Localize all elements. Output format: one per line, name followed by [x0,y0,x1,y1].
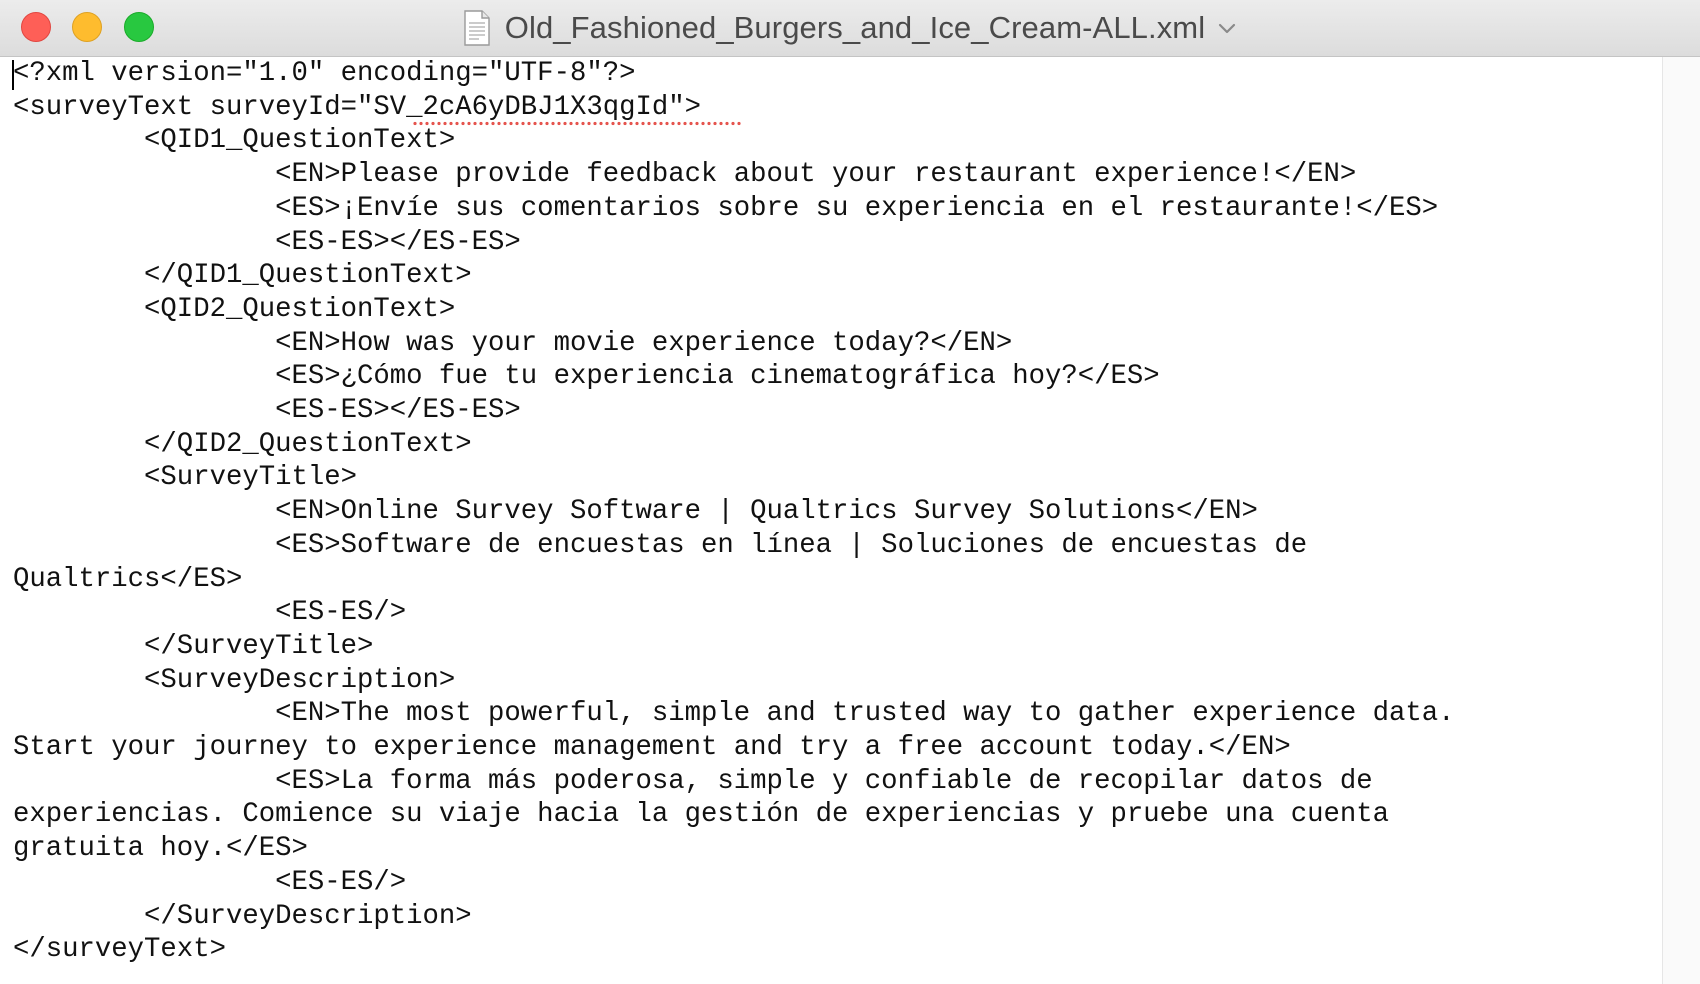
chevron-down-icon[interactable] [1217,21,1237,35]
document-line[interactable]: <ES-ES></ES-ES> [13,395,521,426]
document-line[interactable]: Start your journey to experience managem… [13,732,1291,763]
document-line[interactable]: <SurveyTitle> [13,462,357,493]
window-title-group: Old_Fashioned_Burgers_and_Ice_Cream-ALL.… [0,0,1700,56]
vertical-scrollbar[interactable] [1662,57,1700,984]
document-line[interactable]: Qualtrics</ES> [13,564,242,595]
title-bar[interactable]: Old_Fashioned_Burgers_and_Ice_Cream-ALL.… [0,0,1700,57]
document-text[interactable]: <?xml version="1.0" encoding="UTF-8"?> <… [13,57,1455,967]
window-title: Old_Fashioned_Burgers_and_Ice_Cream-ALL.… [504,10,1206,45]
document-line[interactable]: </QID2_QuestionText> [13,429,472,460]
document-line[interactable]: <ES-ES/> [13,867,406,898]
document-line[interactable]: <ES>La forma más poderosa, simple y conf… [13,766,1373,797]
document-line[interactable]: <EN>Please provide feedback about your r… [13,159,1356,190]
document-line[interactable]: <?xml version="1.0" encoding="UTF-8"?> [13,58,635,89]
document-line[interactable]: <EN>The most powerful, simple and truste… [13,698,1454,729]
document-line[interactable]: gratuita hoy.</ES> [13,833,308,864]
document-line[interactable]: <EN>Online Survey Software | Qualtrics S… [13,496,1258,527]
document-line[interactable]: <EN>How was your movie experience today?… [13,328,1012,359]
document-line[interactable]: <ES>Software de encuestas en línea | Sol… [13,530,1307,561]
document-line[interactable]: <surveyText surveyId="SV_2cA6yDBJ1X3qgId… [13,92,701,123]
document-line[interactable]: experiencias. Comience su viaje hacia la… [13,799,1389,830]
document-line[interactable]: </QID1_QuestionText> [13,260,472,291]
document-line[interactable]: <SurveyDescription> [13,665,455,696]
text-cursor [12,60,14,90]
text-editor-area[interactable]: <?xml version="1.0" encoding="UTF-8"?> <… [0,57,1662,984]
document-line[interactable]: </SurveyTitle> [13,631,373,662]
document-line[interactable]: <ES-ES/> [13,597,406,628]
document-line[interactable]: <QID1_QuestionText> [13,125,455,156]
text-editor-window: Old_Fashioned_Burgers_and_Ice_Cream-ALL.… [0,0,1700,984]
document-line[interactable]: <ES-ES></ES-ES> [13,227,521,258]
document-line[interactable]: </SurveyDescription> [13,901,472,932]
document-icon [464,10,490,46]
document-line[interactable]: </surveyText> [13,934,226,965]
document-line[interactable]: <ES>¡Envíe sus comentarios sobre su expe… [13,193,1438,224]
document-line[interactable]: <QID2_QuestionText> [13,294,455,325]
spellcheck-underline [412,121,742,126]
document-line[interactable]: <ES>¿Cómo fue tu experiencia cinematográ… [13,361,1160,392]
